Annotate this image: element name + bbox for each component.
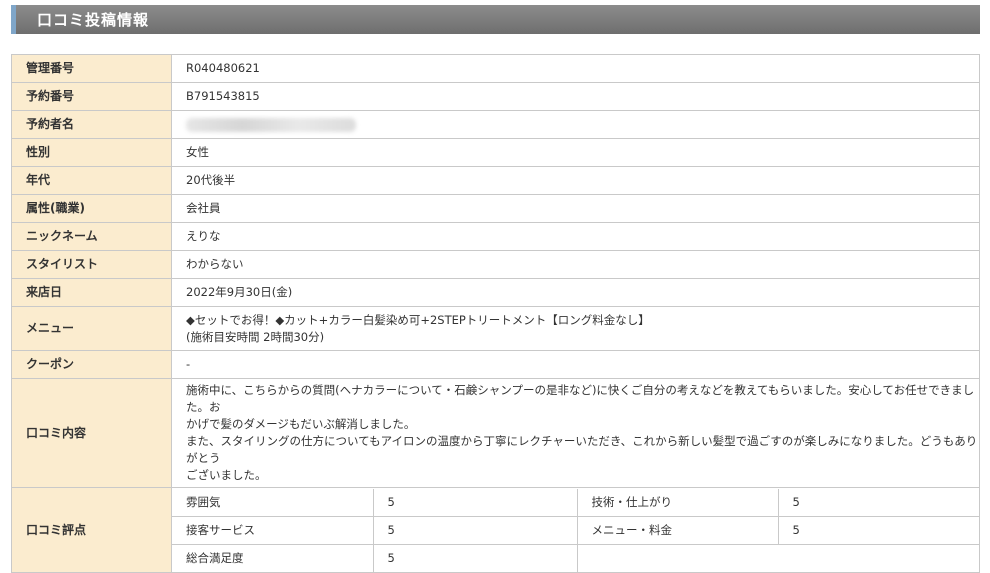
label-visit-date: 来店日 [11,278,172,307]
review-line-3: また、スタイリングの仕方についてもアイロンの温度から丁寧にレクチャーいただき、こ… [186,434,978,465]
value-nickname: えりな [171,222,980,251]
review-line-2: かげで髪のダメージもだいぶ解消しました。 [186,417,416,431]
value-age: 20代後半 [171,166,980,195]
label-review: 口コミ内容 [11,378,172,488]
value-review: 施術中に、こちらからの質問(ヘナカラーについて・石鹸シャンプーの是非など)に快く… [171,378,980,488]
rating-atmosphere-value: 5 [372,488,578,517]
rating-empty-cell [576,543,979,572]
row-gender: 性別 女性 [11,138,980,167]
row-management-no: 管理番号 R040480621 [11,54,980,83]
rating-technique-value: 5 [777,488,979,517]
row-age: 年代 20代後半 [11,166,980,195]
label-age: 年代 [11,166,172,195]
menu-line-1: ◆セットでお得！◆カット+カラー白髪染め可+2STEPトリートメント【ロング料金… [186,312,650,327]
label-gender: 性別 [11,138,172,167]
rating-row-1: 雰囲気 5 技術・仕上がり 5 [172,488,979,517]
label-coupon: クーポン [11,350,172,379]
value-reserver-name [171,110,980,139]
row-occupation: 属性(職業) 会社員 [11,194,980,223]
rating-row-3: 総合満足度 5 [172,543,979,572]
value-visit-date: 2022年9月30日(金) [171,278,980,307]
section-header: 口コミ投稿情報 [11,5,980,34]
value-stylist: わからない [171,250,980,279]
row-nickname: ニックネーム えりな [11,222,980,251]
label-reserver-name: 予約者名 [11,110,172,139]
row-visit-date: 来店日 2022年9月30日(金) [11,278,980,307]
rating-table: 雰囲気 5 技術・仕上がり 5 接客サービス 5 メニュー・料金 5 総合満足度… [172,488,979,572]
rating-service-label: 接客サービス [172,515,374,545]
rating-overall-value: 5 [372,543,578,572]
value-coupon: - [171,350,980,379]
label-rating: 口コミ評点 [11,487,172,573]
value-reservation-no: B791543815 [171,82,980,111]
value-gender: 女性 [171,138,980,167]
row-reserver-name: 予約者名 [11,110,980,139]
page-title: 口コミ投稿情報 [37,11,150,29]
rating-technique-label: 技術・仕上がり [576,488,779,517]
row-stylist: スタイリスト わからない [11,250,980,279]
row-coupon: クーポン - [11,350,980,379]
value-menu: ◆セットでお得！◆カット+カラー白髪染め可+2STEPトリートメント【ロング料金… [171,306,980,351]
rating-row-2: 接客サービス 5 メニュー・料金 5 [172,515,979,545]
label-occupation: 属性(職業) [11,194,172,223]
value-management-no: R040480621 [171,54,980,83]
menu-line-2: (施術目安時間 2時間30分) [186,329,325,344]
label-management-no: 管理番号 [11,54,172,83]
value-occupation: 会社員 [171,194,980,223]
review-info-table: 管理番号 R040480621 予約番号 B791543815 予約者名 性別 … [11,54,980,573]
label-stylist: スタイリスト [11,250,172,279]
redacted-name [186,117,356,132]
rating-menu-price-value: 5 [777,515,979,545]
review-line-1: 施術中に、こちらからの質問(ヘナカラーについて・石鹸シャンプーの是非など)に快く… [186,383,975,414]
rating-overall-label: 総合満足度 [172,543,374,572]
row-menu: メニュー ◆セットでお得！◆カット+カラー白髪染め可+2STEPトリートメント【… [11,306,980,351]
row-review: 口コミ内容 施術中に、こちらからの質問(ヘナカラーについて・石鹸シャンプーの是非… [11,378,980,488]
label-reservation-no: 予約番号 [11,82,172,111]
rating-cell: 雰囲気 5 技術・仕上がり 5 接客サービス 5 メニュー・料金 5 総合満足度… [171,487,980,573]
label-nickname: ニックネーム [11,222,172,251]
rating-service-value: 5 [372,515,578,545]
review-line-4: ございました。 [186,468,267,482]
rating-menu-price-label: メニュー・料金 [576,515,779,545]
row-reservation-no: 予約番号 B791543815 [11,82,980,111]
row-rating: 口コミ評点 雰囲気 5 技術・仕上がり 5 接客サービス 5 メニュー・料金 5… [11,487,980,573]
rating-atmosphere-label: 雰囲気 [172,488,374,517]
label-menu: メニュー [11,306,172,351]
